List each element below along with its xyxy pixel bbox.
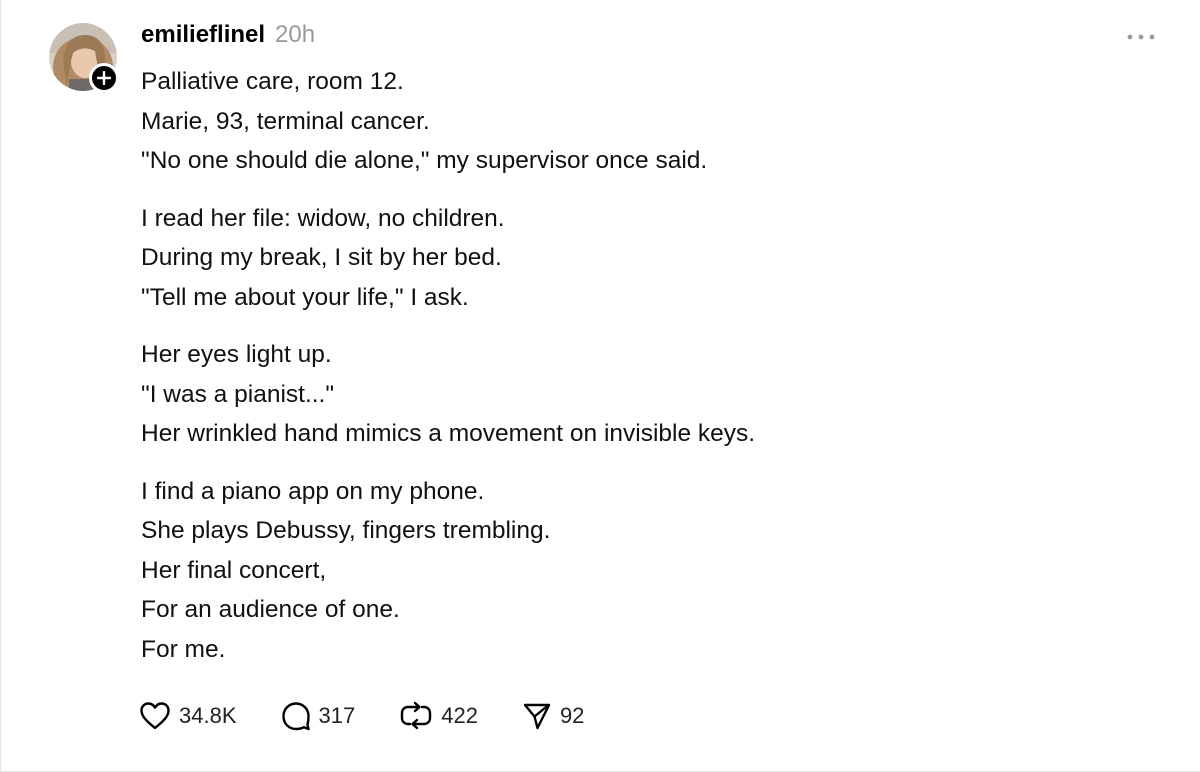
text-line: Her eyes light up. [141,341,332,368]
text-line: For an audience of one. [141,596,400,623]
text-line: She plays Debussy, fingers trembling. [141,517,551,544]
more-options-button[interactable] [1125,26,1157,48]
text-line: Marie, 93, terminal cancer. [141,107,430,135]
send-icon [523,703,551,730]
text-line: During my break, I sit by her bed. [141,244,502,271]
paragraph: I read her file: widow, no children. Dur… [141,199,1171,318]
username[interactable]: emilieflinel [141,21,265,49]
avatar-container[interactable] [49,23,119,93]
like-count: 34.8K [179,703,237,728]
share-button[interactable]: 92 [522,701,584,731]
text-line: "Tell me about your life," I ask. [141,283,469,311]
repost-count: 422 [441,703,478,728]
comment-count: 317 [318,703,356,728]
post-body: Palliative care, room 12. Marie, 93, ter… [141,62,1171,687]
paragraph: Palliative care, room 12. Marie, 93, ter… [141,62,1171,181]
repost-icon [401,701,432,730]
text-line: Palliative care, room 12. [141,68,404,95]
more-dots-icon [1127,34,1155,40]
text-line: "No one should die alone," my supervisor… [141,147,708,174]
like-button[interactable]: 34.8K [139,701,237,731]
plus-icon [97,71,111,85]
share-count: 92 [559,703,585,728]
post-card: emilieflinel 20h Palliative care, room 1… [0,0,1200,772]
text-line: "I was a pianist..." [141,380,335,408]
follow-button[interactable] [89,63,119,93]
action-bar: 34.8K 317 422 92 [139,698,628,734]
comment-button[interactable]: 317 [281,701,356,731]
post-header: emilieflinel 20h [141,21,315,53]
text-line: I read her file: widow, no children. [141,204,505,232]
repost-button[interactable]: 422 [399,701,478,731]
text-line: Her final concert, [141,556,327,584]
paragraph: Her eyes light up. "I was a pianist..." … [141,335,1171,454]
text-line: Her wrinkled hand mimics a movement on i… [141,420,756,447]
heart-icon [140,702,170,730]
timestamp: 20h [275,21,316,48]
text-line: For me. [141,635,226,663]
paragraph: I find a piano app on my phone. She play… [141,472,1171,670]
text-line: I find a piano app on my phone. [141,477,485,505]
comment-bubble-icon [281,702,310,731]
